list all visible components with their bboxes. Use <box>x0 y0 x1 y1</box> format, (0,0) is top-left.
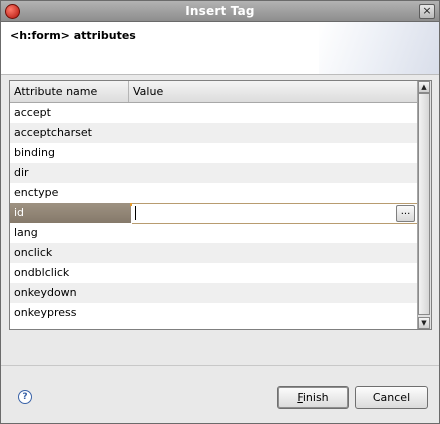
table-row[interactable]: lang <box>10 223 417 243</box>
attribute-name-cell: binding <box>14 146 56 159</box>
value-editor-field[interactable]: ... <box>132 203 417 224</box>
attribute-name-cell: acceptcharset <box>14 126 92 139</box>
table-row[interactable]: ondblclick <box>10 263 417 283</box>
attribute-name-cell: onkeydown <box>14 286 77 299</box>
attribute-name-cell: id <box>14 206 25 219</box>
scrollbar-thumb[interactable] <box>418 93 430 315</box>
table-row[interactable]: accept <box>10 103 417 123</box>
table-row-selected[interactable]: id ... <box>10 203 417 224</box>
finish-label: inish <box>302 391 329 404</box>
footer-separator <box>1 365 439 366</box>
table-row[interactable]: acceptcharset <box>10 123 417 143</box>
browse-button[interactable]: ... <box>396 205 415 222</box>
table-row[interactable]: dir <box>10 163 417 183</box>
column-header-attribute-name[interactable]: Attribute name <box>10 81 129 102</box>
cancel-button[interactable]: Cancel <box>355 386 428 409</box>
table-row[interactable]: onclick <box>10 243 417 263</box>
table-row[interactable]: onkeypress <box>10 303 417 323</box>
attribute-name-cell: ondblclick <box>14 266 70 279</box>
attribute-name-cell: enctype <box>14 186 59 199</box>
attribute-name-cell: onclick <box>14 246 53 259</box>
attribute-name-cell: lang <box>14 226 38 239</box>
table-row[interactable]: onkeydown <box>10 283 417 303</box>
table-row[interactable]: binding <box>10 143 417 163</box>
vertical-scrollbar[interactable]: ▲ ▼ <box>417 81 431 329</box>
scroll-down-icon[interactable]: ▼ <box>418 317 430 329</box>
finish-button[interactable]: Finish <box>277 386 349 409</box>
dialog-header: <h:form> attributes <box>1 22 439 75</box>
table-header: Attribute name Value <box>10 81 417 103</box>
header-banner-image <box>319 22 439 74</box>
attribute-name-cell: onkeypress <box>14 306 77 319</box>
scroll-up-icon[interactable]: ▲ <box>418 81 430 93</box>
help-icon[interactable]: ? <box>18 390 32 404</box>
column-header-value[interactable]: Value <box>129 81 413 102</box>
header-title: <h:form> attributes <box>10 29 136 42</box>
title-bar[interactable]: Insert Tag × <box>1 1 439 22</box>
attribute-name-cell: dir <box>14 166 29 179</box>
table-row[interactable]: enctype <box>10 183 417 203</box>
insert-tag-dialog: Insert Tag × <h:form> attributes Attribu… <box>0 0 440 424</box>
window-title: Insert Tag <box>185 4 255 18</box>
selected-row-highlight <box>10 203 131 223</box>
table-body: accept acceptcharset binding dir enctype… <box>10 103 417 323</box>
close-icon[interactable]: × <box>419 4 435 19</box>
attributes-table[interactable]: Attribute name Value accept acceptcharse… <box>9 80 432 330</box>
attribute-name-cell: accept <box>14 106 51 119</box>
text-caret <box>135 206 136 220</box>
